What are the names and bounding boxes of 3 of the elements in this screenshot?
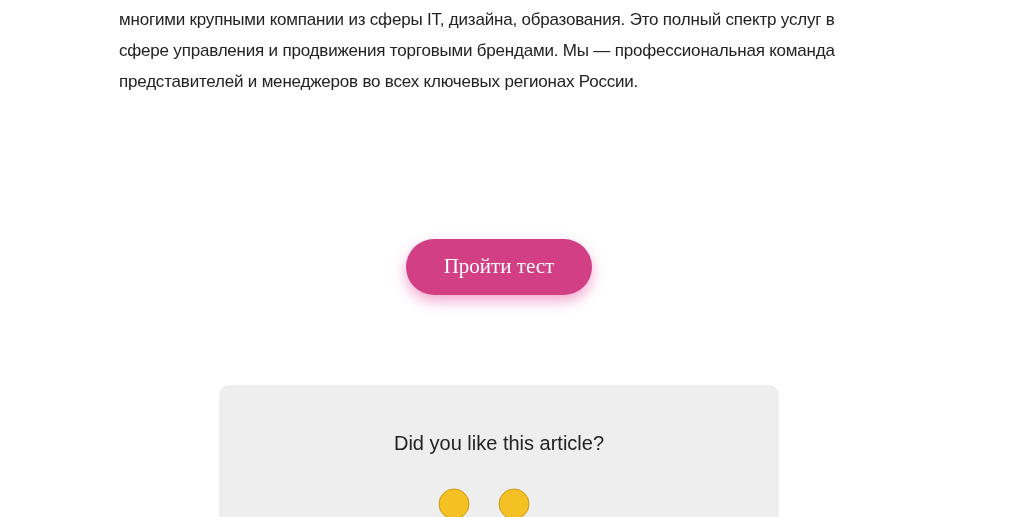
take-test-button[interactable]: Пройти тест — [406, 239, 592, 295]
feedback-question: Did you like this article? — [393, 431, 605, 456]
article-paragraph: многими крупными компании из сферы IT, дизайна, образования. Это полный спектр услуг в сфере управления и продвижения торговыми брендами. Мы — профессиональная команда представителей и менеджеров во всех ключевых регионах России. — [119, 9, 836, 93]
